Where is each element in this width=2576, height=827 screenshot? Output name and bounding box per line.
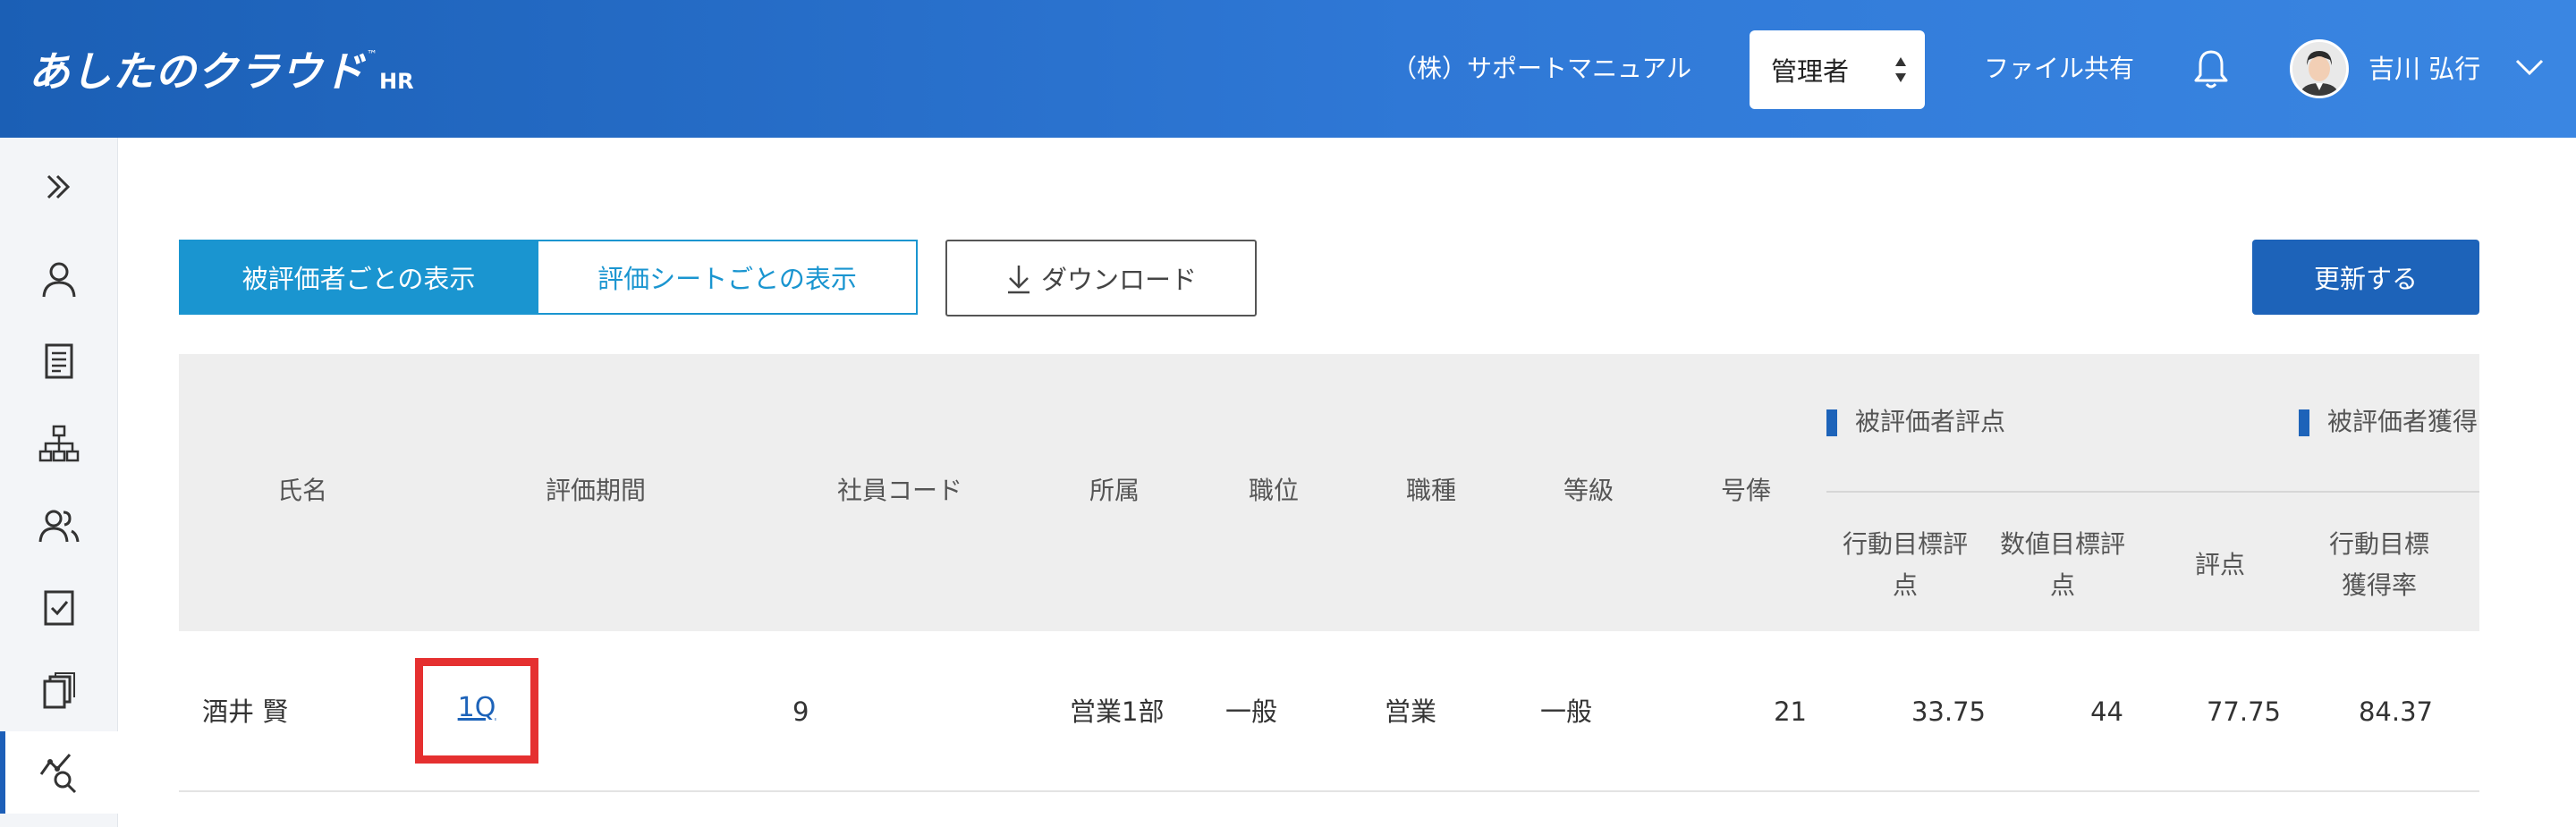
col-action-goal-score-line2: 点 (1892, 570, 1918, 600)
col-numeric-goal-score-line1: 数値目標評 (1999, 529, 2125, 559)
download-label: ダウンロード (1040, 265, 1197, 295)
chevron-down-icon[interactable] (2513, 54, 2546, 80)
tab-view-by-evaluatee[interactable]: 被評価者ごとの表示 (179, 240, 538, 315)
sidebar-item-copy[interactable] (0, 649, 118, 731)
file-share-link[interactable]: ファイル共有 (1984, 46, 2134, 91)
table-header: 氏名 評価期間 社員コード 所属 職位 職種 等級 号俸 被評価者評点 被評価者… (179, 354, 2479, 631)
app-logo[interactable]: あしたのクラウド ™ HR (29, 43, 414, 97)
cell-score: 77.75 (2206, 696, 2281, 727)
col-action-goal-rate-line1: 行動目標 (2328, 529, 2429, 559)
tab-view-by-sheet[interactable]: 評価シートごとの表示 (538, 240, 918, 315)
col-action-goal-rate: 行動目標 獲得率 (2308, 524, 2451, 606)
cell-action-goal-rate: 84.37 (2358, 696, 2433, 727)
table-row: 酒井 賢 1Q 9 営業1部 一般 営業 一般 21 33.75 44 77.7… (179, 631, 2479, 792)
col-action-goal-rate-line2: 獲得率 (2341, 570, 2417, 600)
person-icon (42, 262, 76, 298)
copy-icon (43, 672, 75, 709)
cell-job-type: 営業 (1385, 696, 1437, 727)
col-numeric-goal-score-line2: 点 (2049, 570, 2075, 600)
bell-icon[interactable] (2191, 48, 2231, 91)
highlight-box: 1Q (415, 658, 538, 764)
col-salary-step: 号俸 (1721, 476, 1772, 505)
cell-salary-step: 21 (1774, 696, 1807, 727)
cell-employee-code: 9 (792, 696, 809, 727)
group-divider (1826, 491, 2479, 493)
document-icon (45, 343, 73, 379)
sidebar-item-analytics[interactable] (0, 731, 118, 814)
sidebar-item-users[interactable] (0, 485, 118, 567)
group-evaluatee-score: 被評価者評点 (1826, 404, 2005, 440)
col-position: 職位 (1249, 476, 1300, 505)
top-header: あしたのクラウド ™ HR （株）サポートマニュアル 管理者 ファイル共有 吉川… (0, 0, 2576, 138)
col-score: 評点 (2194, 550, 2245, 579)
logo-trademark: ™ (367, 48, 377, 61)
role-select[interactable]: 管理者 (1750, 30, 1925, 109)
analytics-icon (39, 754, 77, 794)
col-period: 評価期間 (546, 476, 647, 505)
sidebar-expand-button[interactable] (0, 138, 118, 236)
cell-department: 営業1部 (1070, 696, 1165, 727)
avatar-image (2292, 42, 2346, 96)
col-grade: 等級 (1563, 476, 1614, 505)
sidebar (0, 138, 118, 827)
users-icon (38, 510, 80, 543)
refresh-button[interactable]: 更新する (2252, 240, 2479, 315)
sidebar-item-document[interactable] (0, 320, 118, 402)
col-employee-code: 社員コード (837, 476, 963, 505)
cell-numeric-goal-score: 44 (2090, 696, 2123, 727)
cell-action-goal-score: 33.75 (1911, 696, 1986, 727)
download-icon (1007, 266, 1030, 294)
cell-name: 酒井 賢 (202, 696, 289, 727)
checklist-icon (44, 590, 74, 626)
sidebar-item-person[interactable] (0, 238, 118, 320)
support-manual-link[interactable]: （株）サポートマニュアル (1392, 46, 1691, 91)
avatar[interactable] (2290, 39, 2349, 98)
cell-grade: 一般 (1540, 696, 1593, 727)
sidebar-item-checklist[interactable] (0, 567, 118, 649)
download-button[interactable]: ダウンロード (945, 240, 1257, 316)
group-evaluatee-acquired: 被評価者獲得 (2299, 404, 2478, 440)
col-action-goal-score: 行動目標評 点 (1834, 524, 1977, 606)
user-name[interactable]: 吉川 弘行 (2368, 46, 2480, 91)
col-job-type: 職種 (1406, 476, 1457, 505)
view-toggle: 被評価者ごとの表示 評価シートごとの表示 (179, 240, 918, 315)
role-select-value: 管理者 (1771, 56, 1850, 87)
col-name: 氏名 (277, 476, 328, 505)
col-numeric-goal-score: 数値目標評 点 (1991, 524, 2134, 606)
double-chevron-right-icon (47, 174, 71, 199)
logo-sub: HR (379, 69, 414, 94)
select-arrows-icon (1894, 57, 1907, 82)
logo-text: あしたのクラウド (29, 47, 365, 96)
col-department: 所属 (1089, 476, 1140, 505)
sidebar-item-organization[interactable] (0, 402, 118, 485)
cell-position: 一般 (1225, 696, 1278, 727)
org-chart-icon (38, 425, 80, 462)
group-evaluatee-acquired-clip: 被評価者獲得 (2299, 404, 2479, 440)
col-action-goal-score-line1: 行動目標評 (1842, 529, 1968, 559)
cell-period-link[interactable]: 1Q (423, 688, 530, 729)
